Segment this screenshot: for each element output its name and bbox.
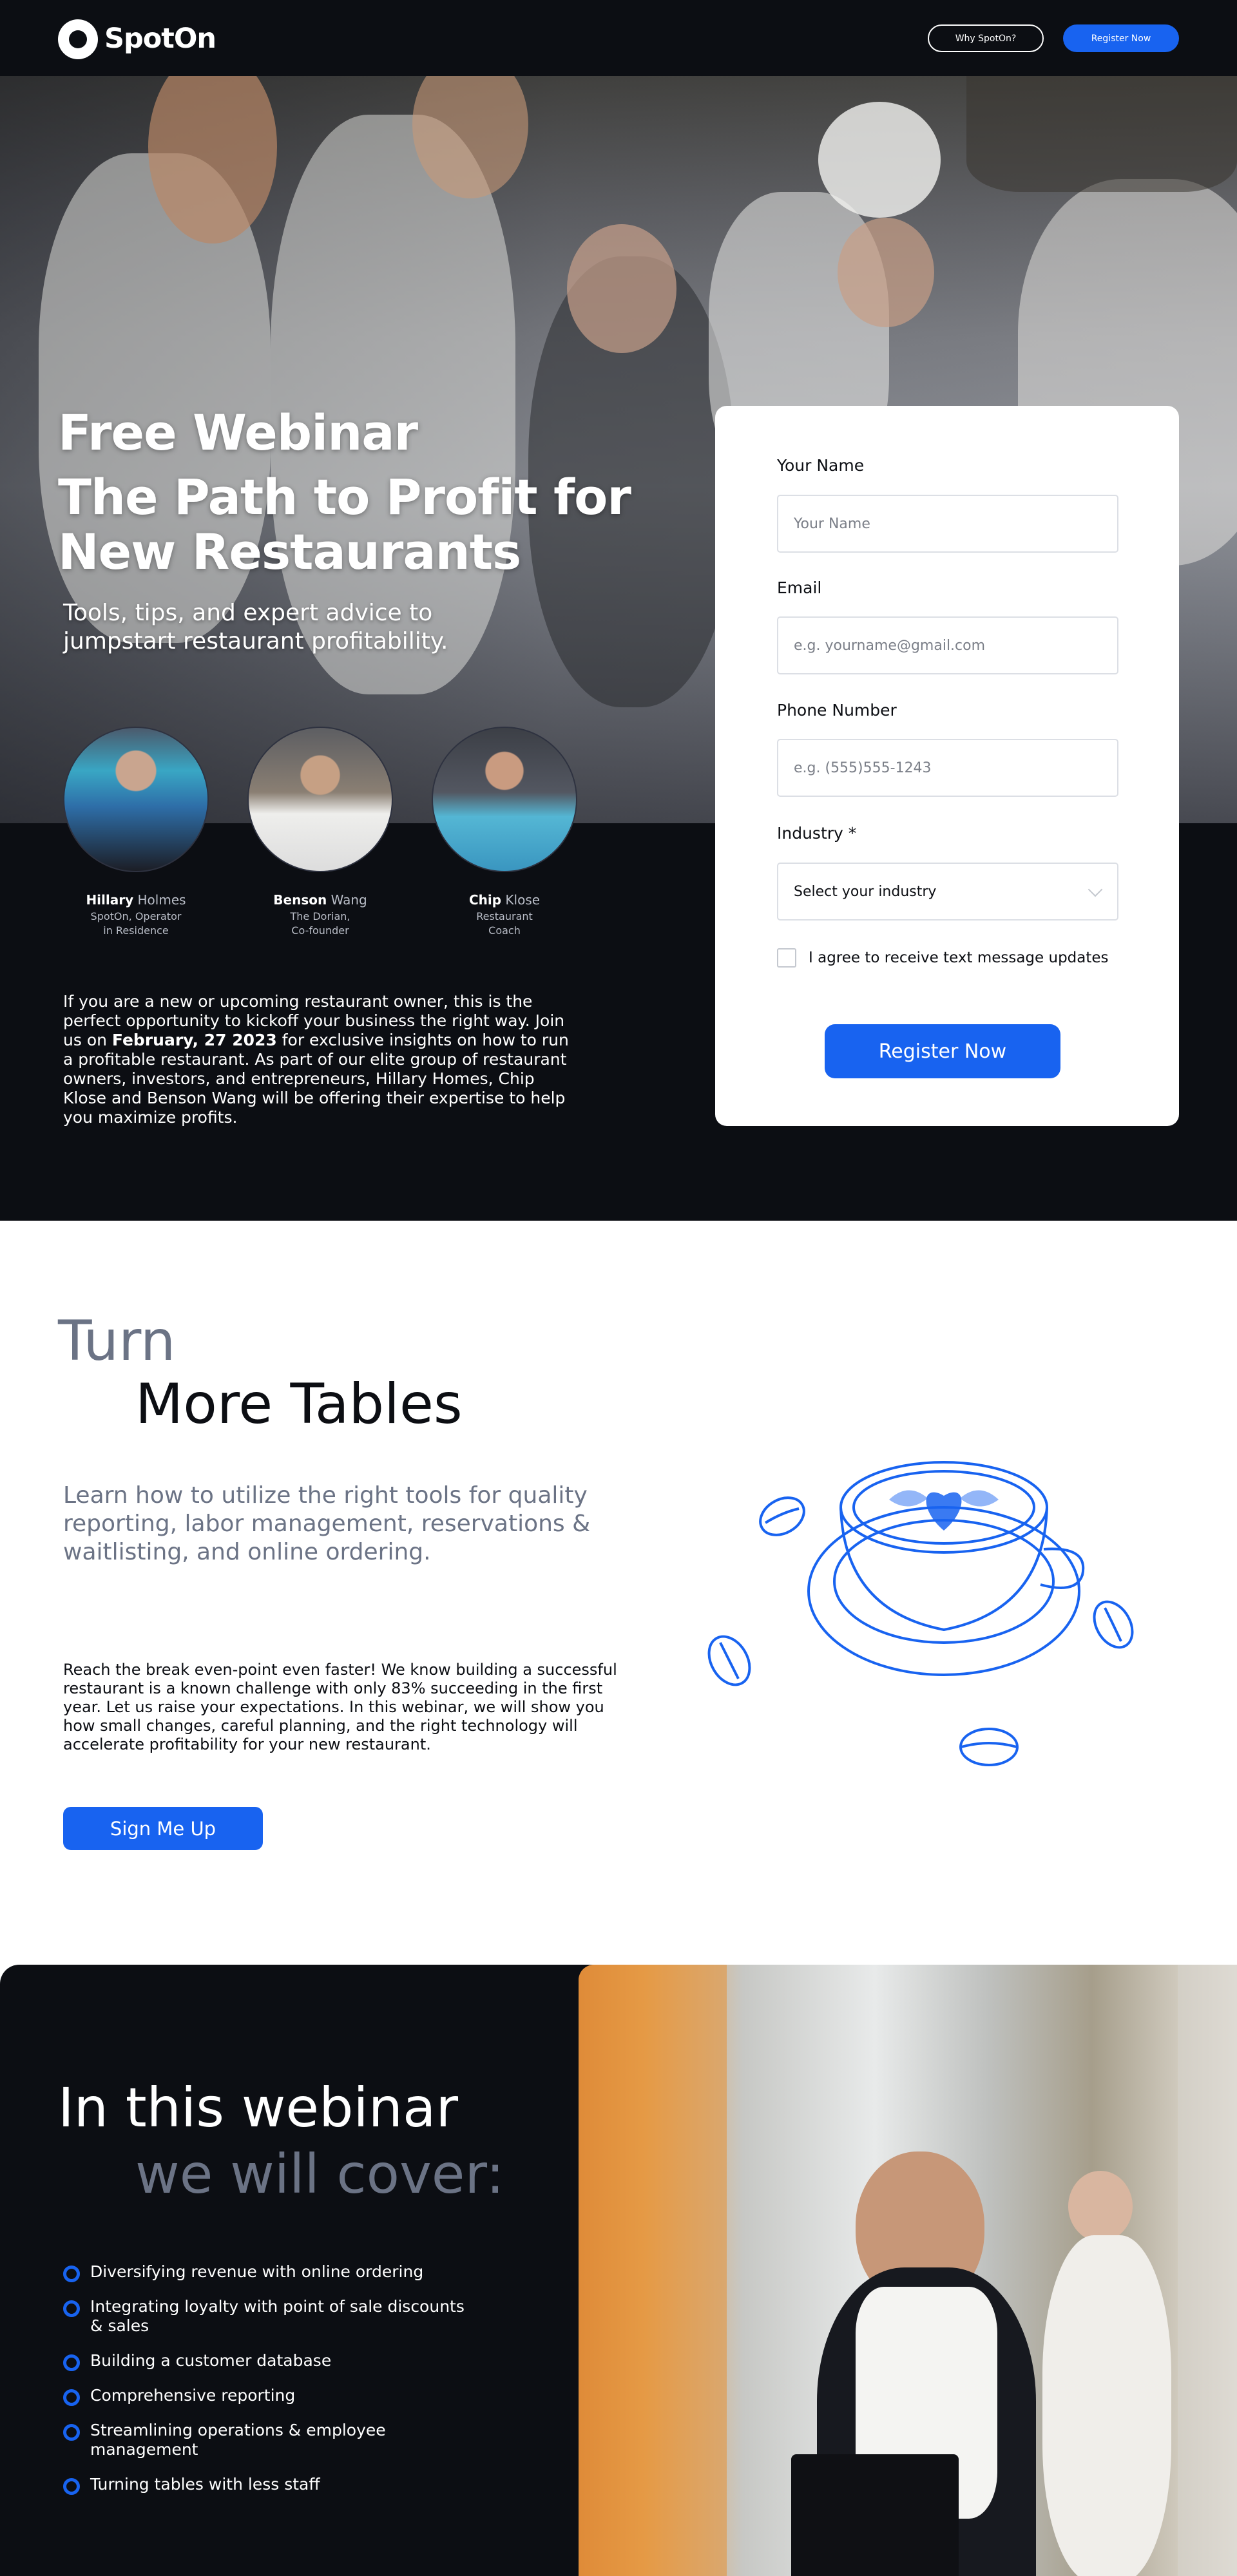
bullet-circle-icon bbox=[63, 2478, 80, 2495]
sign-me-up-button[interactable]: Sign Me Up bbox=[63, 1807, 263, 1850]
speaker-role: Co-founder bbox=[291, 924, 349, 937]
speaker-name: Hillary Holmes bbox=[86, 892, 186, 908]
list-item: Streamlining operations & employee manag… bbox=[63, 2421, 475, 2459]
avatar bbox=[247, 727, 393, 872]
speaker-role: Restaurant bbox=[476, 910, 533, 922]
speaker-role: in Residence bbox=[103, 924, 169, 937]
email-label: Email bbox=[777, 578, 822, 597]
registration-form: Your Name Your Name Email e.g. yourname@… bbox=[715, 406, 1179, 1126]
list-item: Comprehensive reporting bbox=[63, 2386, 475, 2406]
avatar bbox=[432, 727, 577, 872]
hero-title-line2: The Path to Profit for bbox=[58, 468, 631, 526]
email-input[interactable]: e.g. yourname@gmail.com bbox=[777, 616, 1118, 674]
bullet-circle-icon bbox=[63, 2354, 80, 2371]
phone-input[interactable]: e.g. (555)555-1243 bbox=[777, 739, 1118, 797]
spoton-logo-icon[interactable] bbox=[58, 19, 98, 59]
hero-description: If you are a new or upcoming restaurant … bbox=[63, 992, 569, 1127]
speaker-role: The Dorian, bbox=[290, 910, 350, 922]
speaker-name: Chip Klose bbox=[468, 892, 541, 908]
phone-label: Phone Number bbox=[777, 701, 897, 720]
industry-select[interactable]: Select your industry bbox=[777, 863, 1118, 921]
bullet-circle-icon bbox=[63, 2300, 80, 2317]
bullet-circle-icon bbox=[63, 2424, 80, 2441]
bullet-circle-icon bbox=[63, 2266, 80, 2282]
speaker-role: Coach bbox=[488, 924, 521, 937]
register-now-button[interactable]: Register Now bbox=[825, 1024, 1060, 1078]
turn-body-text: Reach the break even-point even faster! … bbox=[63, 1661, 617, 1753]
avatar bbox=[63, 727, 209, 872]
turn-title-line1: Turn bbox=[58, 1309, 176, 1373]
hero-title-line1: Free Webinar bbox=[58, 404, 418, 461]
sms-consent-checkbox[interactable] bbox=[777, 948, 796, 968]
cover-title-line2: we will cover: bbox=[135, 2142, 504, 2206]
name-label: Your Name bbox=[777, 456, 865, 475]
list-item: Integrating loyalty with point of sale d… bbox=[63, 2297, 475, 2336]
name-input[interactable]: Your Name bbox=[777, 495, 1118, 553]
industry-label: Industry * bbox=[777, 824, 857, 843]
industry-select-value: Select your industry bbox=[794, 883, 937, 900]
chevron-down-icon bbox=[1088, 882, 1103, 897]
speaker-name: Benson Wang bbox=[273, 892, 367, 908]
turn-lead-text: Learn how to utilize the right tools for… bbox=[63, 1482, 591, 1565]
hero-title-line3: New Restaurants bbox=[58, 523, 521, 580]
sms-consent-label[interactable]: I agree to receive text message updates bbox=[809, 948, 1109, 968]
speaker-role: SpotOn, Operator bbox=[90, 910, 182, 922]
list-item: Turning tables with less staff bbox=[63, 2475, 475, 2495]
coffee-cup-illustration bbox=[707, 1461, 1134, 1766]
bullet-circle-icon bbox=[63, 2389, 80, 2406]
hero-subtitle: Tools, tips, and expert advice to jumpst… bbox=[63, 600, 448, 654]
turn-title-line2: More Tables bbox=[135, 1372, 463, 1436]
cover-title-line1: In this webinar bbox=[58, 2076, 458, 2139]
speaker-card-hillary: Hillary Holmes SpotOn, Operator in Resid… bbox=[62, 727, 210, 937]
why-spoton-button[interactable]: Why SpotOn? bbox=[928, 24, 1044, 52]
list-item: Diversifying revenue with online orderin… bbox=[63, 2262, 475, 2282]
logo-text[interactable]: SpotOn bbox=[104, 19, 216, 58]
speaker-card-benson: Benson Wang The Dorian, Co-founder bbox=[246, 727, 394, 937]
site-header: SpotOn Why SpotOn? Register Now bbox=[0, 0, 1237, 76]
topics-list: Diversifying revenue with online orderin… bbox=[63, 2262, 475, 2510]
speaker-card-chip: Chip Klose Restaurant Coach bbox=[430, 727, 579, 937]
list-item: Building a customer database bbox=[63, 2351, 475, 2371]
cover-section-photo bbox=[579, 1965, 1237, 2576]
header-register-button[interactable]: Register Now bbox=[1063, 24, 1179, 52]
